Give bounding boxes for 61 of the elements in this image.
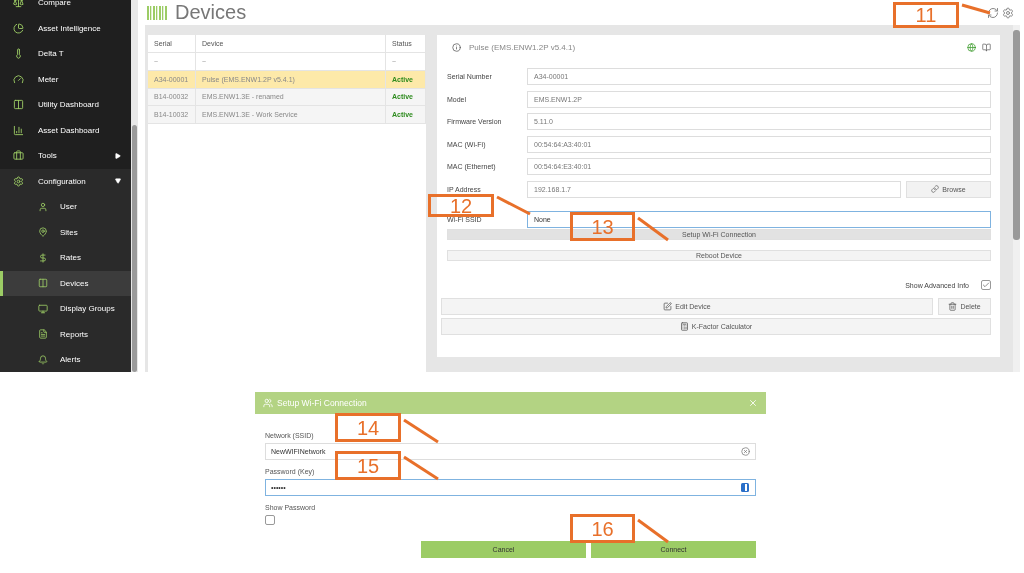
scrollbar-thumb[interactable] [132,125,137,372]
bell-icon [38,354,48,365]
caret-right-icon [115,152,121,159]
callout-label: 12 [428,194,494,217]
checkbox[interactable] [265,515,275,525]
sidebar-item[interactable]: Tools [0,143,131,169]
globe-icon[interactable] [967,42,976,52]
sidebar-item[interactable]: Rates [0,245,131,271]
clear-icon[interactable] [741,447,750,456]
thermometer-icon [13,48,24,60]
sidebar-item[interactable]: Reports [0,321,131,347]
sidebar-item[interactable]: Asset Intelligence [0,15,131,41]
settings-icon[interactable] [1002,6,1014,19]
info-icon [452,42,461,52]
sidebar-item[interactable]: Asset Dashboard [0,117,131,143]
book-icon[interactable] [982,42,991,52]
columns-icon [13,99,24,111]
bar-chart-icon [13,124,24,136]
leader-line [403,418,439,444]
sidebar-item[interactable]: Display Groups [0,296,131,322]
device-title: Pulse (EMS.ENW1.2P v5.4.1) [469,42,576,52]
checkbox[interactable] [981,280,991,290]
pie-chart-icon [13,22,24,34]
caret-down-icon [115,178,121,185]
dialog-title: Setup Wi-Fi Connection [277,398,367,408]
link-icon [931,185,940,193]
briefcase-icon [13,150,24,162]
close-icon[interactable] [748,398,758,408]
sidebar-item[interactable]: User [0,194,131,220]
callout-label: 16 [570,514,635,543]
leader-line [637,518,669,544]
trash-icon [948,302,958,311]
dollar-icon [38,252,48,263]
sidebar-item[interactable]: Configuration [0,168,131,194]
leader-line [496,195,531,216]
gauge-icon [13,73,24,85]
scrollbar-thumb[interactable] [1013,30,1020,240]
leader-line [961,3,991,15]
sidebar-item[interactable]: Sites [0,219,131,245]
sidebar-item[interactable]: Meter [0,66,131,92]
calculator-icon [679,322,689,331]
user-icon [38,201,48,212]
refresh-icon[interactable] [987,6,999,19]
callout-label: 14 [335,413,401,442]
page-title: Devices [175,1,247,24]
sidebar-item[interactable]: Devices [0,270,131,296]
callout-label: 11 [893,2,959,28]
callout-label: 15 [335,451,401,480]
scales-icon [13,0,24,9]
document-icon [38,329,48,340]
edit-icon [663,302,673,311]
sidebar-item[interactable]: Utility Dashboard [0,92,131,118]
gears-icon [13,175,24,187]
users-icon [263,398,273,408]
leader-line [637,216,669,242]
sidebar-item[interactable]: Delta T [0,41,131,67]
leader-line [403,455,439,481]
sidebar-item[interactable]: Compare [0,0,131,16]
monitor-icon [38,303,48,314]
pin-icon [38,227,48,238]
sidebar-item[interactable]: Alerts [0,347,131,372]
